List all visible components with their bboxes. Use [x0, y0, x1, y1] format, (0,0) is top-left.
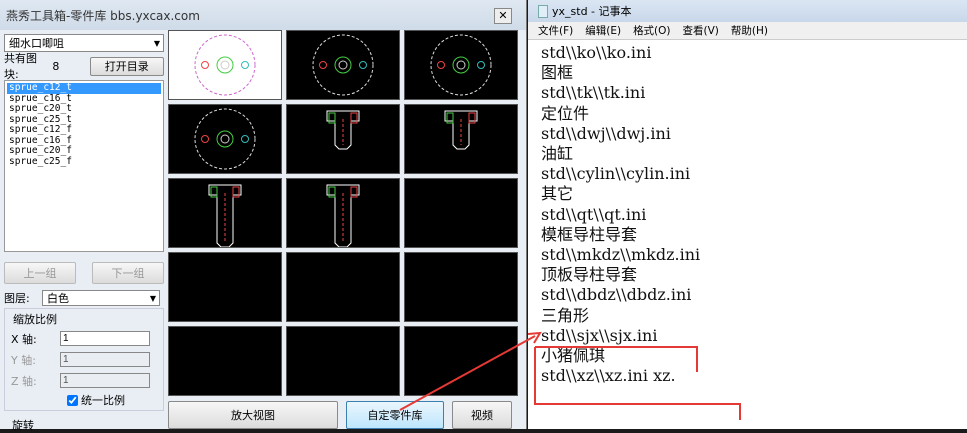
- part-thumbnail[interactable]: [404, 178, 518, 248]
- part-thumbnail[interactable]: [404, 104, 518, 174]
- menu-item[interactable]: 查看(V): [683, 23, 719, 38]
- layer-label: 图层:: [4, 292, 30, 305]
- text-line: std\\mkdz\\mkdz.ini: [541, 245, 701, 265]
- text-line: 油缸: [541, 144, 574, 164]
- part-thumbnail[interactable]: [404, 30, 518, 100]
- part-thumbnail[interactable]: [286, 30, 400, 100]
- text-line: 顶板导柱导套: [541, 265, 638, 285]
- text-line: 定位件: [541, 103, 590, 123]
- custom-library-button[interactable]: 自定零件库: [346, 401, 444, 429]
- list-item[interactable]: sprue_c20_t: [7, 103, 161, 115]
- text-line: 图框: [541, 63, 574, 83]
- chevron-down-icon: ▼: [149, 293, 156, 303]
- z-scale-input[interactable]: [60, 373, 150, 388]
- list-item[interactable]: sprue_c12_f: [7, 124, 161, 136]
- text-line: std\\dwj\\dwj.ini: [541, 123, 671, 143]
- menu-item[interactable]: 格式(O): [633, 23, 670, 38]
- text-line: std\\qt\\qt.ini: [541, 204, 647, 224]
- category-value: 细水口唧咀: [9, 37, 64, 50]
- prev-group-button[interactable]: 上一组: [4, 262, 76, 284]
- x-scale-input[interactable]: [60, 331, 150, 346]
- notepad-window: yx_std - 记事本 文件(F) 编辑(E) 格式(O) 查看(V) 帮助(H) s…: [528, 0, 967, 429]
- text-line: std\\sjx\\sjx.ini: [541, 325, 658, 345]
- part-thumbnail[interactable]: [168, 178, 282, 248]
- menu-bar: 文件(F) 编辑(E) 格式(O) 查看(V) 帮助(H): [528, 22, 967, 40]
- part-thumbnail[interactable]: [286, 252, 400, 322]
- text-line: 三角形: [541, 305, 590, 325]
- notepad-title: yx_std - 记事本: [552, 5, 632, 18]
- z-axis-label: Z 轴:: [11, 374, 37, 388]
- x-axis-label: X 轴:: [11, 332, 37, 346]
- text-line: std\\dbdz\\dbdz.ini: [541, 285, 692, 305]
- part-library-window: 燕秀工具箱-零件库 bbs.yxcax.com ✕ 细水口唧咀 ▼ 共有图块: 8…: [0, 0, 527, 432]
- uniform-scale-label: 统一比例: [81, 394, 125, 407]
- layer-select[interactable]: 白色 ▼: [42, 290, 160, 306]
- part-thumbnail[interactable]: [168, 30, 282, 100]
- part-thumbnail[interactable]: [286, 326, 400, 396]
- part-thumbnail[interactable]: [404, 252, 518, 322]
- scale-title: 缩放比例: [13, 313, 57, 326]
- part-thumbnail[interactable]: [168, 252, 282, 322]
- list-item[interactable]: sprue_c20_f: [7, 145, 161, 157]
- notepad-icon: [538, 4, 548, 18]
- text-line: std\\xz\\xz.ini xz.: [541, 366, 676, 386]
- list-item[interactable]: sprue_c12_t: [7, 82, 161, 94]
- list-item[interactable]: sprue_c25_f: [7, 156, 161, 168]
- part-thumbnail[interactable]: [168, 326, 282, 396]
- text-line: 其它: [541, 184, 574, 204]
- window-title: 燕秀工具箱-零件库 bbs.yxcax.com: [0, 0, 526, 30]
- thumbnail-grid: [168, 30, 524, 400]
- text-line: std\\tk\\tk.ini: [541, 83, 646, 103]
- y-axis-label: Y 轴:: [11, 353, 36, 367]
- menu-item[interactable]: 帮助(H): [731, 23, 768, 38]
- close-button[interactable]: ✕: [494, 8, 512, 24]
- text-editor[interactable]: std\\ko\\ko.ini 图框 std\\tk\\tk.ini 定位件 std\\…: [528, 40, 967, 386]
- part-thumbnail[interactable]: [286, 178, 400, 248]
- block-list[interactable]: sprue_c12_t sprue_c16_t sprue_c20_t sprue_c…: [4, 80, 164, 252]
- text-line: 小猪佩琪: [541, 346, 606, 366]
- layer-value: 白色: [47, 292, 69, 305]
- y-scale-input[interactable]: [60, 352, 150, 367]
- scale-group: 缩放比例 X 轴: Y 轴: Z 轴: 统一比例: [4, 308, 164, 411]
- menu-item[interactable]: 编辑(E): [585, 23, 621, 38]
- video-button[interactable]: 视频: [452, 401, 512, 429]
- rotate-title: 旋转: [12, 419, 34, 432]
- open-directory-button[interactable]: 打开目录: [89, 56, 164, 76]
- text-line: 模框导柱导套: [541, 224, 638, 244]
- part-thumbnail[interactable]: [286, 104, 400, 174]
- text-line: std\\ko\\ko.ini: [541, 43, 652, 62]
- zoom-view-button[interactable]: 放大视图: [168, 401, 338, 429]
- count-value: 8: [52, 59, 60, 73]
- uniform-scale-checkbox[interactable]: [67, 394, 78, 406]
- count-label: 共有图块:: [4, 52, 37, 81]
- part-thumbnail[interactable]: [168, 104, 282, 174]
- part-thumbnail[interactable]: [404, 326, 518, 396]
- text-line: std\\cylin\\cylin.ini: [541, 164, 691, 184]
- chevron-down-icon: ▼: [153, 38, 160, 48]
- next-group-button[interactable]: 下一组: [92, 262, 164, 284]
- menu-item[interactable]: 文件(F): [538, 23, 573, 38]
